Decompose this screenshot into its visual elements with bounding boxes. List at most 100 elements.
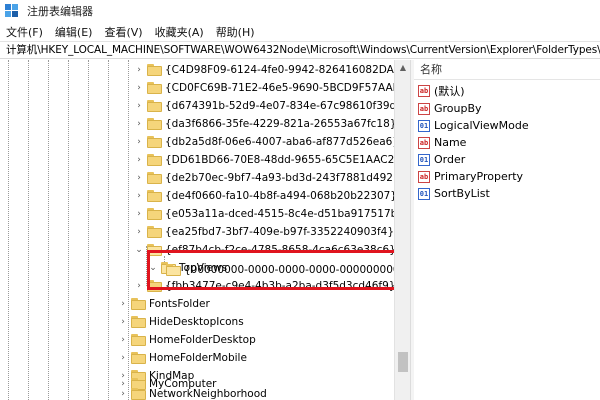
tree-item[interactable]: › HomeFolderDesktop: [118, 331, 256, 349]
value-name: Order: [434, 153, 466, 166]
value-row[interactable]: 01 LogicalViewMode: [418, 117, 529, 134]
string-value-icon: ab: [418, 170, 430, 183]
binary-value-icon: 01: [418, 153, 430, 166]
tree-item[interactable]: › FontsFolder: [118, 295, 210, 313]
folder-icon: [147, 226, 162, 238]
tree-item[interactable]: › {de2b70ec-9bf7-4a93-bd3d-243f7881d492}: [134, 169, 394, 187]
value-row[interactable]: ab Name: [418, 134, 466, 151]
address-bar[interactable]: 计算机\HKEY_LOCAL_MACHINE\SOFTWARE\WOW6432N…: [0, 41, 600, 59]
folder-icon: [147, 172, 162, 184]
tree-guide-line: [68, 60, 69, 400]
menu-file[interactable]: 文件(F): [6, 24, 43, 40]
folder-icon: [147, 118, 162, 130]
folder-icon: [147, 190, 162, 202]
expand-arrow-icon[interactable]: ›: [134, 281, 144, 291]
expand-arrow-icon[interactable]: ›: [134, 65, 144, 75]
string-value-icon: ab: [418, 84, 430, 97]
tree-item-label: {d674391b-52d9-4e07-834e-67c98610f39d}: [165, 100, 394, 112]
expand-arrow-icon[interactable]: ›: [118, 299, 128, 309]
column-header-name[interactable]: 名称: [414, 60, 600, 80]
menu-edit[interactable]: 编辑(E): [55, 24, 93, 40]
menu-bar: 文件(F) 编辑(E) 查看(V) 收藏夹(A) 帮助(H): [0, 22, 600, 41]
value-name: Name: [434, 136, 467, 149]
expand-arrow-icon[interactable]: ›: [134, 227, 144, 237]
expand-arrow-icon[interactable]: ›: [118, 389, 128, 399]
value-row[interactable]: 01 SortByList: [418, 185, 490, 202]
value-row[interactable]: ab GroupBy: [418, 100, 482, 117]
values-pane: 名称 ab (默认) ab GroupBy 01 LogicalViewMode…: [414, 60, 600, 400]
scroll-up-arrow-icon[interactable]: ▲: [395, 60, 411, 76]
tree-item[interactable]: › HomeFolderMobile: [118, 349, 247, 367]
expand-arrow-icon[interactable]: ›: [134, 137, 144, 147]
tree-item-label: {C4D98F09-6124-4fe0-9942-826416082DA9}: [165, 64, 394, 76]
tree-item-label: {da3f6866-35fe-4229-821a-26553a67fc18}: [165, 118, 394, 130]
value-row[interactable]: 01 Order: [418, 151, 465, 168]
tree-item[interactable]: › {da3f6866-35fe-4229-821a-26553a67fc18}: [134, 115, 394, 133]
tree-guide-line: [48, 60, 49, 400]
folder-icon: [147, 154, 162, 166]
binary-value-icon: 01: [418, 187, 430, 200]
value-row[interactable]: ab (默认): [418, 82, 465, 99]
menu-view[interactable]: 查看(V): [104, 24, 142, 40]
string-value-icon: ab: [418, 136, 430, 149]
menu-help[interactable]: 帮助(H): [216, 24, 255, 40]
tree-item[interactable]: › {CD0FC69B-71E2-46e5-9690-5BCD9F57AAB3}: [134, 79, 394, 97]
expand-arrow-icon[interactable]: ›: [134, 173, 144, 183]
tree-item-label: FontsFolder: [149, 298, 210, 310]
tree-guide-line: [88, 60, 89, 400]
tree-item-label: HomeFolderMobile: [149, 352, 247, 364]
folder-icon: [147, 82, 162, 94]
tree-item-label: {de4f0660-fa10-4b8f-a494-068b20b22307}: [165, 190, 394, 202]
expand-arrow-icon[interactable]: ›: [134, 191, 144, 201]
expand-arrow-icon[interactable]: ›: [134, 155, 144, 165]
expand-arrow-icon[interactable]: ›: [118, 353, 128, 363]
tree-item-label: {CD0FC69B-71E2-46e5-9690-5BCD9F57AAB3}: [165, 82, 394, 94]
folder-icon: [147, 64, 162, 76]
tree-item[interactable]: › NetworkNeighborhood: [118, 385, 267, 400]
tree-item-label: HideDesktopIcons: [149, 316, 244, 328]
scroll-thumb[interactable]: [398, 352, 408, 372]
tree-guide-line: [108, 60, 109, 400]
folder-icon: [131, 316, 146, 328]
value-name: SortByList: [434, 187, 490, 200]
tree-item[interactable]: › {d674391b-52d9-4e07-834e-67c98610f39d}: [134, 97, 394, 115]
binary-value-icon: 01: [418, 119, 430, 132]
tree-item[interactable]: › HideDesktopIcons: [118, 313, 244, 331]
folder-icon: [131, 298, 146, 310]
string-value-icon: ab: [418, 102, 430, 115]
expand-arrow-icon[interactable]: ›: [134, 119, 144, 129]
tree-item-label: NetworkNeighborhood: [149, 388, 267, 400]
value-name: (默认): [434, 84, 465, 98]
tree-item[interactable]: › {C4D98F09-6124-4fe0-9942-826416082DA9}: [134, 61, 394, 79]
tree-item-label: {de2b70ec-9bf7-4a93-bd3d-243f7881d492}: [165, 172, 394, 184]
tree-item[interactable]: › {DD61BD66-70E8-48dd-9655-65C5E1AAC2D1}: [134, 151, 394, 169]
red-highlight-box: [147, 250, 428, 290]
tree-item-label: {ea25fbd7-3bf7-409e-b97f-3352240903f4}: [165, 226, 394, 238]
tree-item-label: {db2a5d8f-06e6-4007-aba6-af877d526ea6}: [165, 136, 394, 148]
expand-arrow-icon[interactable]: ›: [134, 209, 144, 219]
folder-icon: [131, 334, 146, 346]
window-title: 注册表编辑器: [27, 5, 93, 18]
folder-icon: [147, 100, 162, 112]
tree-item[interactable]: › {e053a11a-dced-4515-8c4e-d51ba917517b}: [134, 205, 394, 223]
value-name: PrimaryProperty: [434, 170, 524, 183]
expand-arrow-icon[interactable]: ›: [134, 83, 144, 93]
expand-arrow-icon[interactable]: ›: [118, 335, 128, 345]
collapse-arrow-icon[interactable]: ⌄: [134, 245, 144, 255]
value-name: GroupBy: [434, 102, 482, 115]
value-row[interactable]: ab PrimaryProperty: [418, 168, 523, 185]
menu-favorites[interactable]: 收藏夹(A): [155, 24, 204, 40]
tree-item[interactable]: › {ea25fbd7-3bf7-409e-b97f-3352240903f4}: [134, 223, 394, 241]
tree-item-label: HomeFolderDesktop: [149, 334, 256, 346]
value-name: LogicalViewMode: [434, 119, 529, 132]
expand-arrow-icon[interactable]: ›: [118, 317, 128, 327]
tree-guide-line: [28, 60, 29, 400]
tree-scrollbar[interactable]: ▲: [394, 60, 410, 400]
folder-icon: [147, 136, 162, 148]
title-bar: 注册表编辑器: [0, 0, 600, 22]
tree-item[interactable]: › {db2a5d8f-06e6-4007-aba6-af877d526ea6}: [134, 133, 394, 151]
regedit-app-icon: [5, 4, 19, 18]
tree-item[interactable]: › {de4f0660-fa10-4b8f-a494-068b20b22307}: [134, 187, 394, 205]
expand-arrow-icon[interactable]: ›: [134, 101, 144, 111]
folder-icon: [131, 352, 146, 364]
